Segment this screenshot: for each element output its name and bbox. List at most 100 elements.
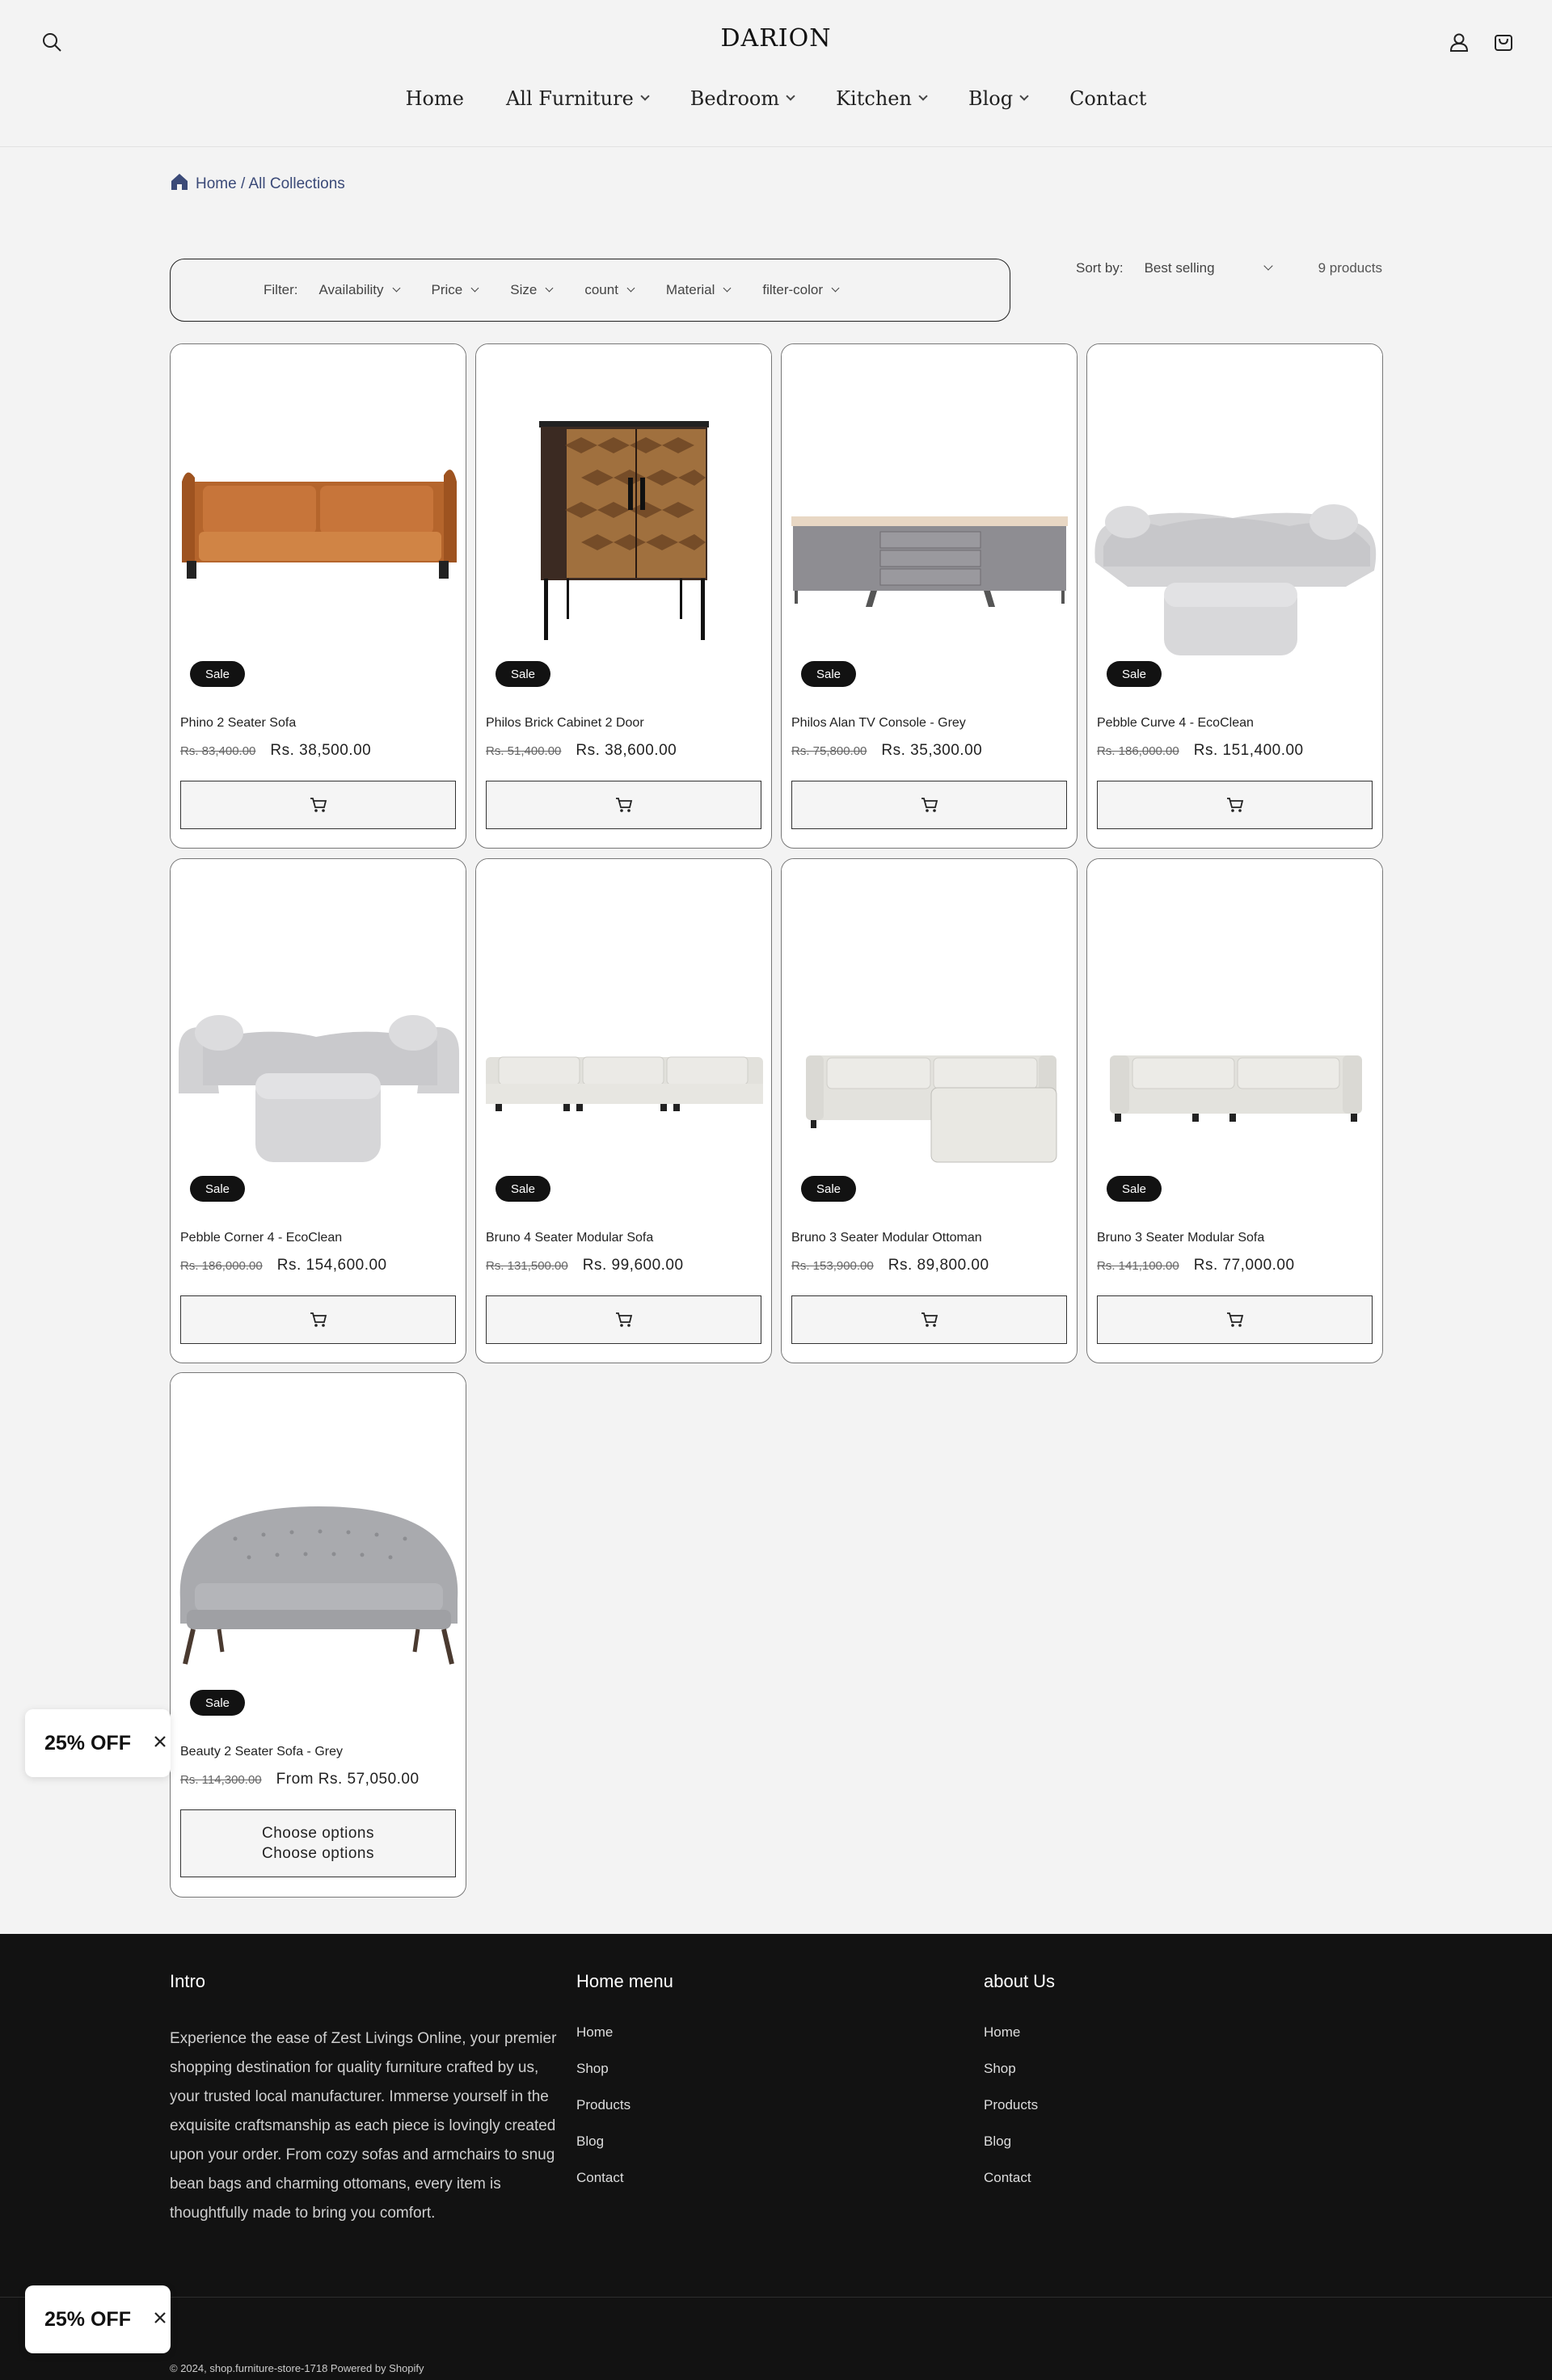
nav-item-all-furniture[interactable]: All Furniture [506, 87, 650, 110]
product-price: Rs. 186,000.00 Rs. 151,400.00 [1097, 742, 1304, 760]
product-price: Rs. 75,800.00 Rs. 35,300.00 [791, 742, 982, 760]
product-image[interactable] [476, 344, 771, 692]
footer-link-blog[interactable]: Blog [576, 2134, 673, 2150]
account-icon[interactable] [1444, 27, 1474, 57]
cart-icon [310, 1312, 327, 1327]
filter-availability[interactable]: Availability [318, 282, 400, 298]
product-card[interactable]: Sale Pebble Corner 4 - EcoClean Rs. 186,… [170, 858, 466, 1363]
footer-home-menu: Home menu Home Shop Products Blog Contac… [576, 1971, 673, 2206]
sale-badge: Sale [496, 661, 551, 687]
product-image[interactable] [171, 1373, 466, 1721]
filter-item-label: filter-color [762, 282, 824, 297]
cart-icon[interactable] [1489, 27, 1518, 57]
product-card[interactable]: Sale Bruno 4 Seater Modular Sofa Rs. 131… [475, 858, 772, 1363]
footer-link-products[interactable]: Products [984, 2097, 1055, 2113]
product-name[interactable]: Beauty 2 Seater Sofa - Grey [180, 1745, 343, 1759]
add-to-cart-button[interactable] [791, 1295, 1067, 1344]
product-price: Rs. 131,500.00 Rs. 99,600.00 [486, 1257, 684, 1274]
add-to-cart-button[interactable] [180, 781, 456, 829]
footer-link-shop[interactable]: Shop [576, 2061, 673, 2077]
cart-icon [310, 798, 327, 812]
filter-color[interactable]: filter-color [762, 282, 840, 298]
footer-link-products[interactable]: Products [576, 2097, 673, 2113]
product-card[interactable]: Sale Philos Brick Cabinet 2 Door Rs. 51,… [475, 343, 772, 849]
footer-link-home[interactable]: Home [576, 2024, 673, 2041]
sale-badge: Sale [801, 661, 857, 687]
filter-item-label: Size [510, 282, 538, 297]
nav-item-blog[interactable]: Blog [968, 87, 1029, 110]
add-to-cart-button[interactable] [486, 1295, 761, 1344]
footer-link-blog[interactable]: Blog [984, 2134, 1055, 2150]
product-image[interactable] [476, 859, 771, 1207]
product-name[interactable]: Pebble Corner 4 - EcoClean [180, 1231, 342, 1245]
product-card[interactable]: Sale Beauty 2 Seater Sofa - Grey Rs. 114… [170, 1372, 466, 1898]
site-logo[interactable]: DARION [0, 24, 1552, 53]
chevron-down-icon [470, 284, 479, 292]
filter-size[interactable]: Size [510, 282, 554, 298]
nav-item-bedroom[interactable]: Bedroom [690, 87, 795, 110]
sort-select[interactable]: Best selling [1145, 260, 1273, 276]
add-to-cart-button[interactable] [180, 1295, 456, 1344]
product-name[interactable]: Phino 2 Seater Sofa [180, 716, 296, 731]
product-name[interactable]: Philos Brick Cabinet 2 Door [486, 716, 644, 731]
product-card[interactable]: Sale Pebble Curve 4 - EcoClean Rs. 186,0… [1086, 343, 1383, 849]
discount-label[interactable]: 25% OFF [44, 2308, 131, 2332]
footer-divider [0, 2297, 1552, 2298]
add-to-cart-button[interactable] [486, 781, 761, 829]
discount-popup[interactable]: 25% OFF [25, 1709, 171, 1777]
product-count: 9 products [1318, 260, 1382, 276]
discount-popup[interactable]: 25% OFF [25, 2285, 171, 2353]
product-image[interactable] [782, 344, 1077, 692]
product-name[interactable]: Bruno 3 Seater Modular Sofa [1097, 1231, 1264, 1245]
chevron-down-icon [831, 284, 840, 292]
old-price: Rs. 141,100.00 [1097, 1259, 1179, 1273]
discount-label[interactable]: 25% OFF [44, 1732, 131, 1755]
product-image[interactable] [171, 344, 466, 692]
footer-intro: Intro Experience the ease of Zest Living… [170, 1971, 558, 2228]
product-name[interactable]: Pebble Curve 4 - EcoClean [1097, 716, 1254, 731]
product-name[interactable]: Philos Alan TV Console - Grey [791, 716, 966, 731]
product-card[interactable]: Sale Bruno 3 Seater Modular Ottoman Rs. … [781, 858, 1078, 1363]
chevron-down-icon [545, 284, 554, 292]
footer-heading: Home menu [576, 1971, 673, 1991]
footer-link-home[interactable]: Home [984, 2024, 1055, 2041]
footer-link-contact[interactable]: Contact [984, 2170, 1055, 2186]
product-card[interactable]: Sale Bruno 3 Seater Modular Sofa Rs. 141… [1086, 858, 1383, 1363]
choose-options-button[interactable]: Choose options Choose options [180, 1809, 456, 1877]
product-image[interactable] [1087, 859, 1382, 1207]
nav-label: Bedroom [690, 87, 780, 110]
filter-label: Filter: [264, 282, 298, 297]
copyright: © 2024, shop.furniture-store-1718 Powere… [170, 2362, 424, 2374]
sale-price: Rs. 38,600.00 [576, 742, 677, 759]
nav-item-home[interactable]: Home [406, 87, 464, 110]
add-to-cart-button[interactable] [1097, 1295, 1373, 1344]
sale-price: Rs. 89,800.00 [888, 1257, 989, 1274]
close-icon[interactable] [154, 2311, 167, 2328]
footer-link-shop[interactable]: Shop [984, 2061, 1055, 2077]
cart-icon [1226, 798, 1243, 812]
filter-count[interactable]: count [584, 282, 635, 298]
filter-price[interactable]: Price [432, 282, 479, 298]
nav-label: Home [405, 87, 464, 110]
nav-item-kitchen[interactable]: Kitchen [836, 87, 928, 110]
filter-item-label: count [584, 282, 618, 297]
filter-item-label: Availability [318, 282, 384, 297]
add-to-cart-button[interactable] [1097, 781, 1373, 829]
home-icon[interactable] [170, 172, 189, 196]
breadcrumb-text[interactable]: Home / All Collections [196, 175, 345, 193]
product-price: Rs. 186,000.00 Rs. 154,600.00 [180, 1257, 387, 1274]
product-image[interactable] [1087, 344, 1382, 692]
product-image[interactable] [782, 859, 1077, 1207]
close-icon[interactable] [154, 1735, 167, 1752]
add-to-cart-button[interactable] [791, 781, 1067, 829]
nav-item-contact[interactable]: Contact [1069, 87, 1146, 110]
product-name[interactable]: Bruno 3 Seater Modular Ottoman [791, 1231, 982, 1245]
product-image[interactable] [171, 859, 466, 1207]
footer-link-contact[interactable]: Contact [576, 2170, 673, 2186]
sale-price: Rs. 35,300.00 [881, 742, 983, 759]
filter-material[interactable]: Material [666, 282, 732, 298]
product-name[interactable]: Bruno 4 Seater Modular Sofa [486, 1231, 653, 1245]
sale-price: Rs. 38,500.00 [270, 742, 372, 759]
product-card[interactable]: Sale Philos Alan TV Console - Grey Rs. 7… [781, 343, 1078, 849]
product-card[interactable]: Sale Phino 2 Seater Sofa Rs. 83,400.00 Rs… [170, 343, 466, 849]
